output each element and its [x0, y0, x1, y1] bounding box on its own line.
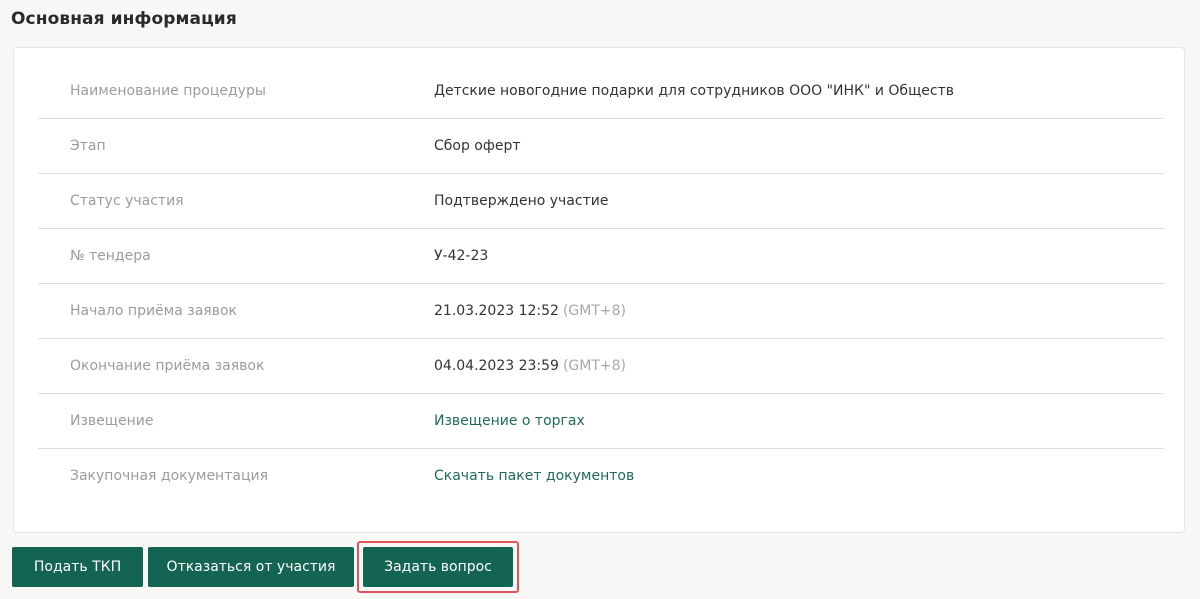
decline-participation-button[interactable]: Отказаться от участия — [148, 547, 354, 587]
row-participation-status: Статус участия Подтверждено участие — [38, 174, 1164, 229]
notice-value: Извещение о торгах — [434, 394, 585, 449]
timezone-label: (GMT+8) — [562, 358, 627, 374]
row-label: Закупочная документация — [70, 468, 268, 484]
row-label: Этап — [70, 138, 106, 154]
applications-end-datetime: 04.04.2023 23:59 — [434, 358, 559, 374]
row-stage: Этап Сбор оферт — [38, 119, 1164, 174]
download-docs-link[interactable]: Скачать пакет документов — [434, 468, 634, 484]
row-label: № тендера — [70, 248, 151, 264]
procurement-docs-value: Скачать пакет документов — [434, 449, 634, 504]
stage-value: Сбор оферт — [434, 138, 521, 154]
timezone-label: (GMT+8) — [562, 303, 627, 319]
procedure-name-value: Детские новогодние подарки для сотрудник… — [434, 83, 954, 99]
row-applications-start: Начало приёма заявок 21.03.2023 12:52 (GM… — [38, 284, 1164, 339]
row-label: Статус участия — [70, 193, 184, 209]
info-table: Наименование процедуры Детские новогодни… — [38, 64, 1164, 504]
participation-status-value: Подтверждено участие — [434, 193, 609, 209]
tender-number-value: У-42-23 — [434, 248, 489, 264]
applications-start-value: 21.03.2023 12:52 (GMT+8) — [434, 284, 626, 339]
row-applications-end: Окончание приёма заявок 04.04.2023 23:59… — [38, 339, 1164, 394]
section-title: Основная информация — [11, 9, 237, 29]
notice-link[interactable]: Извещение о торгах — [434, 413, 585, 429]
row-label: Начало приёма заявок — [70, 303, 237, 319]
ask-question-button[interactable]: Задать вопрос — [363, 547, 513, 587]
applications-start-datetime: 21.03.2023 12:52 — [434, 303, 559, 319]
row-label: Окончание приёма заявок — [70, 358, 265, 374]
submit-tkp-button[interactable]: Подать ТКП — [12, 547, 143, 587]
row-label: Наименование процедуры — [70, 83, 266, 99]
info-card: Наименование процедуры Детские новогодни… — [13, 47, 1185, 533]
row-notice: Извещение Извещение о торгах — [38, 394, 1164, 449]
applications-end-value: 04.04.2023 23:59 (GMT+8) — [434, 339, 626, 394]
row-tender-number: № тендера У-42-23 — [38, 229, 1164, 284]
row-label: Извещение — [70, 413, 154, 429]
row-procedure-name: Наименование процедуры Детские новогодни… — [38, 64, 1164, 119]
row-procurement-docs: Закупочная документация Скачать пакет до… — [38, 449, 1164, 504]
